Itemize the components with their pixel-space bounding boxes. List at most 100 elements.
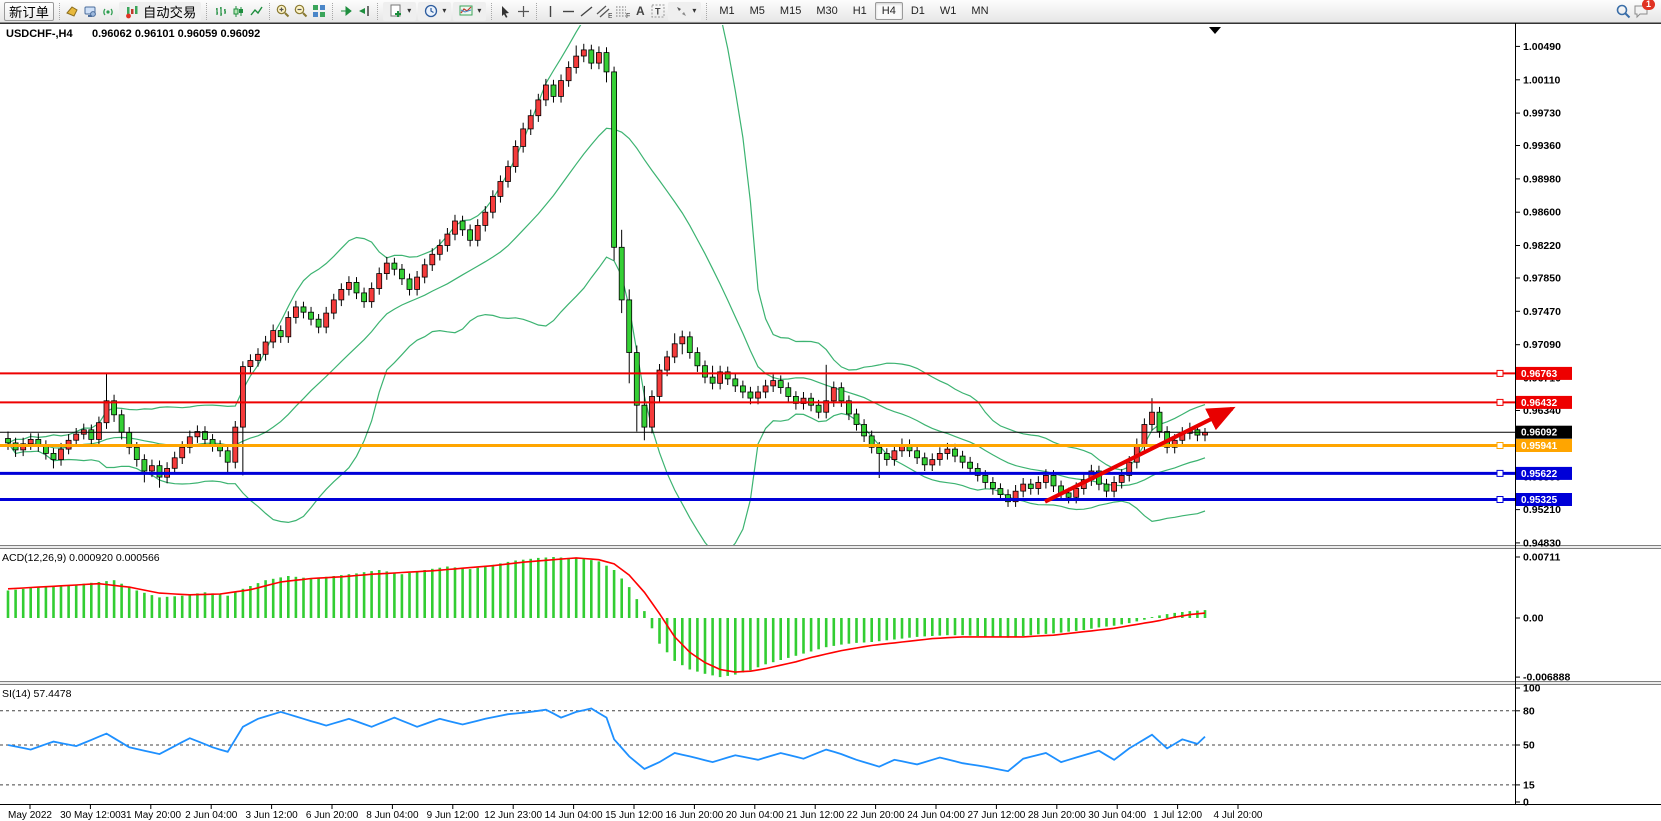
rsi-tick-label: 0 <box>1523 797 1529 809</box>
line-anchor-handle[interactable] <box>1497 470 1503 476</box>
time-tick-label: 15 Jun 12:00 <box>605 810 663 821</box>
candle <box>687 337 692 353</box>
candle <box>369 289 374 302</box>
vertical-line-icon[interactable] <box>542 3 558 19</box>
candle <box>695 353 700 366</box>
market-watch-icon[interactable] <box>65 3 81 19</box>
trendline-icon[interactable] <box>578 3 594 19</box>
candle <box>650 396 655 427</box>
signals-icon[interactable] <box>101 3 117 19</box>
new-order-button[interactable]: 新订单 <box>4 2 54 21</box>
candle <box>1028 484 1033 488</box>
price-line-badge-text: 0.96432 <box>1521 398 1558 409</box>
candle <box>634 353 639 406</box>
line-chart-icon[interactable] <box>248 3 264 19</box>
search-icon[interactable] <box>1615 3 1631 19</box>
candle <box>316 319 321 327</box>
chart-area[interactable]: 1.004901.001100.997300.993600.989800.986… <box>0 23 1661 821</box>
line-anchor-handle[interactable] <box>1497 497 1503 503</box>
timeframe-m1[interactable]: M1 <box>712 2 741 20</box>
arrows-icon <box>673 3 689 19</box>
chart-background[interactable] <box>0 23 1661 821</box>
timeframe-mn[interactable]: MN <box>964 2 995 20</box>
rsi-tick-label: 15 <box>1523 779 1535 791</box>
timeframe-d1[interactable]: D1 <box>904 2 932 20</box>
candle <box>263 342 268 354</box>
crosshair-icon[interactable] <box>515 3 531 19</box>
time-tick-label: May 2022 <box>8 810 52 821</box>
fibonacci-icon[interactable]: F <box>614 3 630 19</box>
timeframe-m30[interactable]: M30 <box>809 2 844 20</box>
candle <box>680 337 685 344</box>
timeframe-m15[interactable]: M15 <box>773 2 808 20</box>
profiles-button[interactable]: ▾ <box>418 2 451 21</box>
candle <box>536 100 541 116</box>
toolbar-separator <box>206 3 207 20</box>
time-tick-label: 9 Jun 12:00 <box>427 810 480 821</box>
line-anchor-handle[interactable] <box>1497 399 1503 405</box>
zoom-out-icon[interactable] <box>293 3 309 19</box>
text-label-icon[interactable]: T <box>650 3 666 19</box>
candle <box>286 318 291 337</box>
candle <box>271 331 276 342</box>
candle <box>301 307 306 312</box>
time-tick-label: 16 Jun 20:00 <box>665 810 723 821</box>
zoom-in-icon[interactable] <box>275 3 291 19</box>
candle <box>157 466 162 477</box>
candle <box>324 313 329 327</box>
arrows-tool-button[interactable]: ▾ <box>668 2 701 21</box>
candle <box>930 460 935 465</box>
timeframe-m5[interactable]: M5 <box>743 2 772 20</box>
price-tick-label: 1.00490 <box>1523 41 1561 53</box>
candle <box>172 458 177 469</box>
candle <box>960 456 965 462</box>
chart-shift-icon[interactable] <box>356 3 372 19</box>
time-tick-label: 1 Jul 12:00 <box>1153 810 1202 821</box>
candle <box>748 392 753 398</box>
indicators-button[interactable]: ▾ <box>453 2 486 21</box>
indicators-icon <box>458 3 474 19</box>
candle <box>331 300 336 313</box>
candle <box>543 85 548 100</box>
bar-chart-icon[interactable] <box>212 3 228 19</box>
candle <box>816 405 821 412</box>
data-window-icon[interactable] <box>83 3 99 19</box>
text-icon[interactable]: A <box>632 3 648 19</box>
candle <box>278 331 283 337</box>
time-tick-label: 27 Jun 12:00 <box>967 810 1025 821</box>
horizontal-line-icon[interactable] <box>560 3 576 19</box>
time-tick-label: 4 Jul 20:00 <box>1214 810 1263 821</box>
svg-text:E: E <box>608 13 612 19</box>
candle <box>256 354 261 360</box>
line-anchor-handle[interactable] <box>1497 443 1503 449</box>
candle <box>627 300 632 353</box>
autotrading-button[interactable]: 自动交易 <box>119 2 201 21</box>
candle <box>1203 432 1208 435</box>
timeframe-h4[interactable]: H4 <box>875 2 903 20</box>
candle <box>953 449 958 456</box>
candle <box>96 423 101 440</box>
tile-windows-icon[interactable] <box>311 3 327 19</box>
line-anchor-handle[interactable] <box>1497 370 1503 376</box>
candle <box>225 451 230 462</box>
equidistant-channel-icon[interactable]: E <box>596 3 612 19</box>
candle <box>430 254 435 264</box>
time-tick-label: 24 Jun 04:00 <box>907 810 965 821</box>
candle <box>839 388 844 401</box>
new-order-label: 新订单 <box>9 2 49 21</box>
timeframe-w1[interactable]: W1 <box>933 2 964 20</box>
price-line-badge-text: 0.95325 <box>1521 495 1558 506</box>
timeframe-group: M1M5M15M30H1H4D1W1MN <box>712 2 995 20</box>
price-line-badge-text: 0.96763 <box>1521 369 1558 380</box>
time-tick-label: 30 Jun 04:00 <box>1088 810 1146 821</box>
price-tick-label: 0.98220 <box>1523 240 1561 252</box>
candle <box>968 462 973 468</box>
cursor-icon[interactable] <box>497 3 513 19</box>
auto-scroll-icon[interactable] <box>338 3 354 19</box>
candle <box>877 447 882 453</box>
candlestick-chart-icon[interactable] <box>230 3 246 19</box>
chat-icon[interactable]: 1 <box>1633 3 1649 19</box>
price-tick-label: 0.99360 <box>1523 140 1561 152</box>
timeframe-h1[interactable]: H1 <box>846 2 874 20</box>
new-chart-button[interactable]: ▾ <box>383 2 416 21</box>
